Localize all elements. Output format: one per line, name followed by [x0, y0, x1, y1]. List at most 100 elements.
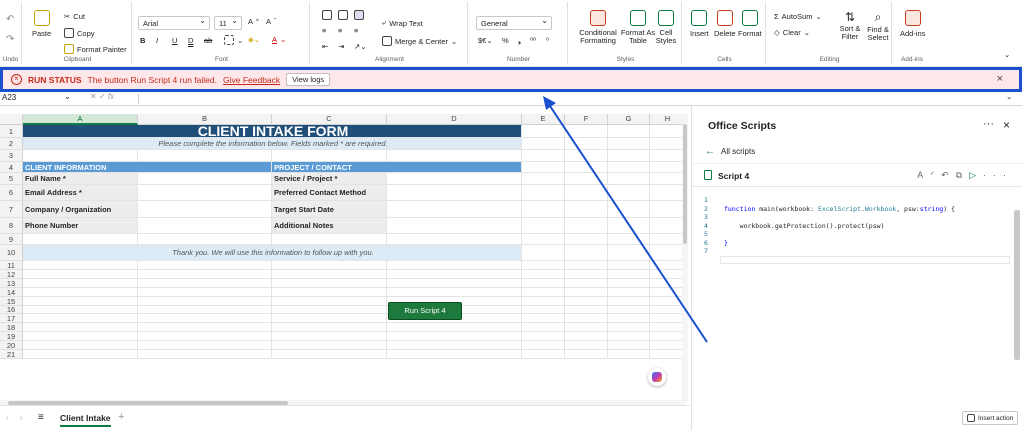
grid-cell[interactable] [387, 323, 522, 332]
grid-cell[interactable] [565, 341, 608, 350]
grid-cell[interactable] [272, 350, 387, 359]
more-options-icon[interactable]: ··· [983, 118, 994, 130]
row-header-12[interactable]: 12 [0, 270, 23, 279]
double-underline-icon[interactable]: D [188, 36, 193, 45]
increase-indent-icon[interactable]: ⇥ [338, 42, 344, 51]
ribbon-collapse-icon[interactable]: ⌄ [1004, 50, 1010, 59]
column-header-d[interactable]: D [387, 114, 522, 125]
grid-cell[interactable] [650, 261, 686, 270]
grid-cell[interactable] [23, 341, 138, 350]
grid-cell[interactable] [23, 261, 138, 270]
grid-cell[interactable] [608, 138, 650, 150]
borders-icon[interactable]: ⌄ [224, 35, 243, 45]
copy-script-icon[interactable]: ⧉ [956, 170, 969, 180]
formula-expand-icon[interactable]: ⌄ [1006, 92, 1012, 101]
undo-script-icon[interactable]: ↶ [941, 170, 956, 180]
field-label[interactable]: Phone Number [23, 218, 138, 234]
grid-cell[interactable] [608, 173, 650, 185]
grid-cell[interactable] [138, 306, 272, 314]
name-box-dropdown-icon[interactable]: ⌄ [64, 92, 71, 101]
grid-cell[interactable] [608, 162, 650, 173]
grid-cell[interactable] [650, 323, 686, 332]
grid-cell[interactable] [650, 150, 686, 162]
all-sheets-icon[interactable]: ≡ [38, 412, 44, 423]
grid-cell[interactable] [138, 201, 272, 218]
grid-cell[interactable] [608, 150, 650, 162]
grid-cell[interactable] [650, 314, 686, 323]
grid-cell[interactable] [522, 125, 565, 138]
italic-icon[interactable]: I [156, 36, 158, 45]
grid-cell[interactable] [565, 201, 608, 218]
addins-button[interactable]: Add-ins [900, 10, 925, 38]
grid-cell[interactable] [650, 162, 686, 173]
grid-cell[interactable] [608, 350, 650, 359]
orientation-icon[interactable]: ↗⌄ [354, 42, 367, 51]
row-header-11[interactable]: 11 [0, 261, 23, 270]
grid-cell[interactable] [138, 279, 272, 288]
increase-font-icon[interactable]: A ^ [248, 17, 259, 26]
close-icon[interactable]: × [997, 73, 1003, 85]
row-header-7[interactable]: 7 [0, 201, 23, 218]
grid-cell[interactable] [272, 306, 387, 314]
grid-cell[interactable] [608, 288, 650, 297]
add-sheet-icon[interactable]: + [118, 411, 124, 423]
grid-cell[interactable] [138, 218, 272, 234]
grid-cell[interactable] [608, 234, 650, 245]
field-label[interactable]: Target Start Date [272, 201, 387, 218]
grid-cell[interactable] [565, 218, 608, 234]
grid-cell[interactable] [650, 173, 686, 185]
format-painter-button[interactable]: Format Painter [64, 44, 127, 54]
find-select-button[interactable]: ⌕ Find & Select [864, 10, 892, 42]
grid-cell[interactable] [138, 234, 272, 245]
grid-cell[interactable] [565, 185, 608, 201]
prev-sheet-icon[interactable]: ‹ [6, 413, 9, 422]
grid-cell[interactable] [138, 173, 272, 185]
grid-cell[interactable] [608, 323, 650, 332]
grid-cell[interactable] [138, 332, 272, 341]
grid-cell[interactable] [272, 314, 387, 323]
grid-cell[interactable] [23, 234, 138, 245]
grid-cell[interactable] [387, 288, 522, 297]
grid-cell[interactable] [522, 162, 565, 173]
grid-cell[interactable] [565, 297, 608, 306]
redo-icon[interactable]: ↷ [6, 34, 14, 45]
row-header-9[interactable]: 9 [0, 234, 23, 245]
next-sheet-icon[interactable]: › [20, 413, 23, 422]
paste-button[interactable]: Paste [32, 10, 51, 38]
grid-cell[interactable] [522, 261, 565, 270]
row-header-4[interactable]: 4 [0, 162, 23, 173]
grid-cell[interactable] [272, 297, 387, 306]
cut-button[interactable]: ✂ Cut [64, 12, 85, 21]
grid-cell[interactable] [565, 173, 608, 185]
grid-cell[interactable] [650, 288, 686, 297]
comma-icon[interactable]: ❟ [518, 36, 521, 46]
grid-cell[interactable] [23, 323, 138, 332]
grid-cell[interactable] [650, 234, 686, 245]
grid-cell[interactable] [23, 297, 138, 306]
grid-cell[interactable] [522, 350, 565, 359]
grid-cell[interactable] [650, 138, 686, 150]
grid-cell[interactable] [608, 185, 650, 201]
form-subtitle[interactable]: Please complete the information below. F… [23, 138, 522, 150]
row-header-6[interactable]: 6 [0, 185, 23, 201]
align-center-icon[interactable]: ≡ [338, 26, 342, 35]
grid-cell[interactable] [608, 201, 650, 218]
grid-cell[interactable] [565, 288, 608, 297]
grid-cell[interactable] [272, 270, 387, 279]
number-format-select[interactable]: General [476, 16, 552, 30]
bottom-align-icon[interactable] [354, 10, 364, 20]
decrease-font-icon[interactable]: Aˇ [266, 17, 276, 26]
column-header-a[interactable]: A [23, 114, 138, 125]
run-script-button[interactable]: Run Script 4 [388, 302, 462, 320]
strikethrough-icon[interactable]: ab [204, 36, 212, 45]
grid-cell[interactable] [522, 245, 565, 261]
grid-cell[interactable] [565, 234, 608, 245]
grid-cell[interactable] [387, 185, 522, 201]
grid-cell[interactable] [23, 306, 138, 314]
section-project-contact[interactable]: PROJECT / CONTACT [272, 162, 522, 173]
align-left-icon[interactable]: ≡ [322, 26, 326, 35]
grid-cell[interactable] [608, 341, 650, 350]
copilot-button[interactable] [648, 368, 666, 386]
grid-cell[interactable] [608, 125, 650, 138]
grid-cell[interactable] [387, 279, 522, 288]
